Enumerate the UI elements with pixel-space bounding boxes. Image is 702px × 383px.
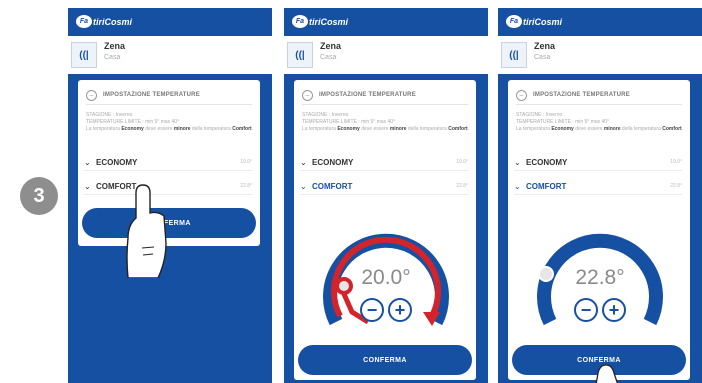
brand-name: tiriCosmi — [309, 16, 349, 27]
desc-rule: La temperatura Economy deve essere minor… — [86, 126, 254, 132]
zone-name: Zena — [534, 41, 556, 51]
desc-line: STAGIONE : Inverno — [516, 112, 563, 118]
dial-handle — [335, 277, 353, 295]
card-title: IMPOSTAZIONE TEMPERATURE — [533, 92, 630, 98]
economy-label: ECONOMY — [526, 157, 568, 167]
economy-row[interactable]: ⌄ ECONOMY 19.0° — [84, 154, 252, 171]
desc-line: TEMPERATURE LIMITE : min 5° max 40° — [86, 119, 180, 125]
brand-mark: Fa — [506, 15, 522, 28]
zone-header[interactable]: ((| Zena Casa — [68, 36, 272, 74]
zone-subtitle: Casa — [534, 54, 551, 61]
brand-mark: Fa — [76, 15, 92, 28]
economy-value: 19.0° — [670, 159, 682, 165]
zone-subtitle: Casa — [104, 54, 121, 61]
description: STAGIONE : Inverno TEMPERATURE LIMITE : … — [86, 112, 254, 133]
dial-value: 22.8° — [575, 266, 624, 289]
card-header[interactable]: – IMPOSTAZIONE TEMPERATURE — [302, 86, 468, 105]
desc-rule: La temperatura Economy deve essere minor… — [302, 126, 470, 132]
minus-icon: − — [581, 300, 592, 320]
card-header[interactable]: – IMPOSTAZIONE TEMPERATURE — [86, 86, 252, 105]
economy-label: ECONOMY — [96, 157, 138, 167]
temperature-dial[interactable]: 20.0° − + — [302, 218, 470, 336]
desc-rule: La temperatura Economy deve essere minor… — [516, 126, 684, 132]
step-number: 3 — [33, 184, 45, 207]
chevron-down-icon: ⌄ — [84, 157, 91, 167]
step-badge: 3 — [20, 177, 58, 215]
brand-name: tiriCosmi — [523, 16, 563, 27]
zone-header[interactable]: ((| Zena Casa — [498, 36, 702, 74]
collapse-icon: – — [302, 89, 313, 101]
top-bar: Fa tiriCosmi — [68, 8, 272, 36]
brand-name: tiriCosmi — [93, 16, 133, 27]
hand-pointer-icon — [595, 364, 619, 383]
chevron-down-icon: ⌄ — [84, 181, 91, 191]
collapse-icon: – — [516, 89, 527, 101]
card-title: IMPOSTAZIONE TEMPERATURE — [103, 92, 200, 98]
comfort-row[interactable]: ⌄ COMFORT 22.8° — [300, 178, 468, 195]
brand-logo: Fa tiriCosmi — [292, 15, 348, 28]
desc-line: TEMPERATURE LIMITE : min 5° max 40° — [302, 119, 396, 125]
thermostat-icon: ((| — [501, 42, 527, 68]
zone-name: Zena — [104, 41, 126, 51]
brand-logo: Fa tiriCosmi — [76, 15, 132, 28]
chevron-down-icon: ⌄ — [300, 181, 307, 191]
economy-label: ECONOMY — [312, 157, 354, 167]
comfort-label: COMFORT — [312, 181, 353, 191]
desc-line: TEMPERATURE LIMITE : min 5° max 40° — [516, 119, 610, 125]
plus-icon: + — [395, 300, 406, 320]
zone-header[interactable]: ((| Zena Casa — [284, 36, 488, 74]
comfort-label: COMFORT — [526, 181, 567, 191]
phone-screen-3: Fa tiriCosmi ((| Zena Casa – IMPOSTAZION… — [498, 8, 702, 383]
confirm-button[interactable]: CONFERMA — [298, 345, 472, 375]
comfort-value: 22.8° — [670, 183, 682, 189]
comfort-value: 22.8° — [456, 183, 468, 189]
chevron-down-icon: ⌄ — [514, 181, 521, 191]
economy-row[interactable]: ⌄ ECONOMY 19.0° — [300, 154, 468, 171]
brand-logo: Fa tiriCosmi — [506, 15, 562, 28]
card-title: IMPOSTAZIONE TEMPERATURE — [319, 92, 416, 98]
zone-name: Zena — [320, 41, 342, 51]
chevron-down-icon: ⌄ — [300, 157, 307, 167]
comfort-row[interactable]: ⌄ COMFORT 22.8° — [514, 178, 682, 195]
economy-row[interactable]: ⌄ ECONOMY 19.0° — [514, 154, 682, 171]
thermostat-icon: ((| — [287, 42, 313, 68]
brand-mark: Fa — [292, 15, 308, 28]
phone-screen-1: Fa tiriCosmi ((| Zena Casa – IMPOSTAZION… — [68, 8, 272, 383]
desc-line: STAGIONE : Inverno — [86, 112, 133, 118]
dial-value: 20.0° — [361, 266, 410, 289]
desc-line: STAGIONE : Inverno — [302, 112, 349, 118]
zone-subtitle: Casa — [320, 54, 337, 61]
dial-handle — [538, 266, 554, 282]
economy-value: 19.0° — [456, 159, 468, 165]
top-bar: Fa tiriCosmi — [498, 8, 702, 36]
temperature-dial[interactable]: 22.8° − + — [516, 218, 684, 336]
description: STAGIONE : Inverno TEMPERATURE LIMITE : … — [302, 112, 470, 133]
top-bar: Fa tiriCosmi — [284, 8, 488, 36]
hand-pointer-icon — [126, 184, 167, 278]
chevron-down-icon: ⌄ — [514, 157, 521, 167]
description: STAGIONE : Inverno TEMPERATURE LIMITE : … — [516, 112, 684, 133]
comfort-value: 22.8° — [240, 183, 252, 189]
collapse-icon: – — [86, 89, 97, 101]
minus-icon: − — [367, 300, 378, 320]
plus-icon: + — [609, 300, 620, 320]
economy-value: 19.0° — [240, 159, 252, 165]
card-header[interactable]: – IMPOSTAZIONE TEMPERATURE — [516, 86, 682, 105]
thermostat-icon: ((| — [71, 42, 97, 68]
phone-screen-2: Fa tiriCosmi ((| Zena Casa – IMPOSTAZION… — [284, 8, 488, 383]
